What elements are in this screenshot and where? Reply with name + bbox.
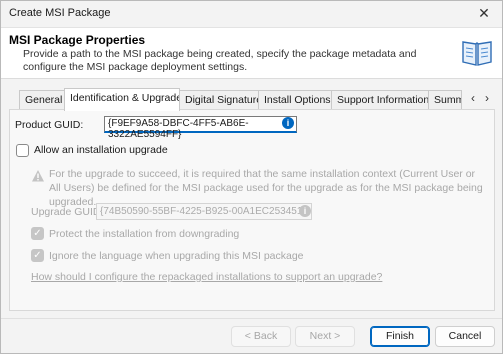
back-button[interactable]: < Back: [231, 326, 291, 347]
protect-downgrade-checkbox[interactable]: ✓: [31, 227, 44, 240]
page-title: MSI Package Properties: [9, 33, 146, 47]
tab-scroll-right-icon[interactable]: ›: [480, 90, 494, 108]
upgrade-guid-input[interactable]: {74B50590-55BF-4225-B925-00A1EC253451}: [96, 203, 312, 220]
warning-icon: [32, 170, 44, 182]
tab-summary[interactable]: Summ: [428, 90, 462, 110]
window-title: Create MSI Package: [9, 7, 111, 19]
open-book-icon: [462, 41, 492, 66]
allow-upgrade-label[interactable]: Allow an installation upgrade: [34, 144, 168, 156]
allow-upgrade-checkbox[interactable]: [16, 144, 29, 157]
upgrade-guid-label: Upgrade GUID:: [31, 206, 104, 218]
cancel-button[interactable]: Cancel: [435, 326, 495, 347]
ignore-language-checkbox[interactable]: ✓: [31, 249, 44, 262]
ignore-language-label[interactable]: Ignore the language when upgrading this …: [49, 250, 304, 262]
next-button[interactable]: Next >: [295, 326, 355, 347]
close-icon[interactable]: ✕: [476, 5, 492, 21]
finish-button[interactable]: Finish: [370, 326, 430, 347]
page-description: Provide a path to the MSI package being …: [23, 48, 417, 73]
tab-identification-upgrade[interactable]: Identification & Upgrade: [64, 88, 180, 111]
dialog-window: Create MSI Package ✕ MSI Package Propert…: [0, 0, 503, 354]
upgrade-help-link[interactable]: How should I configure the repackaged in…: [31, 271, 382, 283]
product-guid-info-icon[interactable]: i: [282, 117, 294, 129]
upgrade-guid-info-icon[interactable]: i: [299, 205, 311, 217]
tab-install-options[interactable]: Install Options: [258, 90, 332, 110]
tab-strip: General Identification & Upgrade Digital…: [15, 88, 495, 111]
tab-scroll-left-icon[interactable]: ‹: [466, 90, 480, 108]
tab-support-information[interactable]: Support Information: [331, 90, 429, 110]
product-guid-input[interactable]: {F9EF9A58-DBFC-4FF5-AB6E-3322AE5594FF}: [104, 116, 297, 140]
title-bar: Create MSI Package ✕: [1, 1, 502, 27]
product-guid-label: Product GUID:: [15, 119, 84, 131]
protect-downgrade-label[interactable]: Protect the installation from downgradin…: [49, 228, 239, 240]
page-header: MSI Package Properties Provide a path to…: [1, 27, 502, 79]
tab-general[interactable]: General: [19, 90, 65, 110]
footer-divider: [1, 318, 502, 319]
tab-digital-signature[interactable]: Digital Signature: [179, 90, 259, 110]
